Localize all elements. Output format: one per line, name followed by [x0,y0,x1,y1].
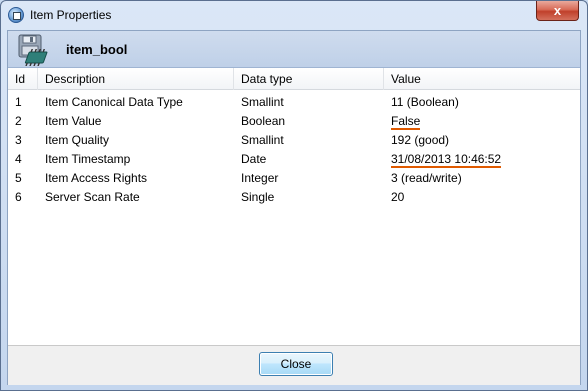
cell-description: Server Scan Rate [45,190,140,204]
cell-id: 4 [15,152,22,166]
item-name-heading: item_bool [66,42,128,57]
cell-value: 3 (read/write) [391,171,462,185]
table-row[interactable]: 4 Item Timestamp Date 31/08/2013 10:46:5… [8,150,580,169]
table-row[interactable]: 6 Server Scan Rate Single 20 [8,188,580,207]
cell-value: 11 (Boolean) [391,95,459,109]
window-app-icon [8,7,24,23]
cell-id: 1 [15,95,22,109]
chip-disk-icon [16,34,54,66]
window-close-button[interactable]: x [536,1,579,21]
table-row[interactable]: 1 Item Canonical Data Type Smallint 11 (… [8,93,580,112]
cell-description: Item Access Rights [45,171,148,185]
table-row[interactable]: 2 Item Value Boolean False [8,112,580,131]
table-row[interactable]: 3 Item Quality Smallint 192 (good) [8,131,580,150]
item-properties-window: Item Properties x item_bool Id Descripti… [0,0,588,391]
cell-value-changed: 31/08/2013 10:46:52 [391,152,502,168]
column-header-description[interactable]: Description [38,68,234,90]
cell-data-type: Single [241,190,275,204]
cell-value: 20 [391,190,405,204]
cell-data-type: Integer [241,171,279,185]
cell-value-changed: False [391,114,421,130]
column-header-id[interactable]: Id [8,68,38,90]
cell-description: Item Timestamp [45,152,131,166]
cell-data-type: Smallint [241,95,284,109]
column-header-data-type[interactable]: Data type [234,68,384,90]
properties-table: Id Description Data type Value 1 Item Ca… [8,68,580,346]
cell-description: Item Quality [45,133,110,147]
window-title: Item Properties [30,8,112,22]
item-header: item_bool [8,31,580,68]
cell-data-type: Date [241,152,267,166]
cell-id: 3 [15,133,22,147]
dialog-footer: Close [8,347,580,385]
dialog-body: item_bool Id Description Data type Value… [7,30,581,385]
table-row[interactable]: 5 Item Access Rights Integer 3 (read/wri… [8,169,580,188]
column-header-value[interactable]: Value [384,68,580,90]
cell-description: Item Value [45,114,102,128]
cell-value: 192 (good) [391,133,450,147]
cell-data-type: Smallint [241,133,284,147]
cell-data-type: Boolean [241,114,286,128]
cell-id: 6 [15,190,22,204]
close-button[interactable]: Close [259,352,333,376]
title-bar[interactable]: Item Properties x [1,1,587,31]
table-header: Id Description Data type Value [8,68,580,90]
cell-id: 5 [15,171,22,185]
cell-description: Item Canonical Data Type [45,95,183,109]
cell-id: 2 [15,114,22,128]
